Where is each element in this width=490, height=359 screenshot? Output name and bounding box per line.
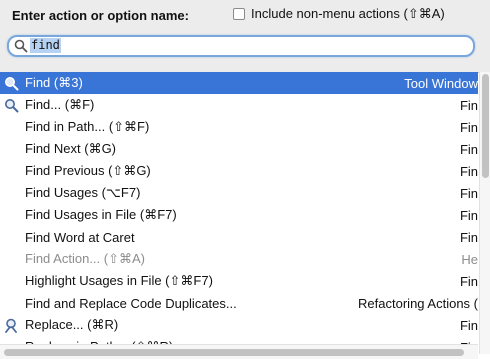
result-item-group: Fin [459, 163, 478, 179]
result-item-label: Replace... (⌘R) [25, 317, 119, 332]
include-non-menu-toggle[interactable]: Include non-menu actions (⇧⌘A) [233, 6, 445, 22]
result-item[interactable]: Find Previous (⇧⌘G) Fin [0, 160, 478, 182]
result-item[interactable]: Find Next (⌘G) Fin [0, 138, 478, 160]
horizontal-scrollbar[interactable] [0, 344, 478, 359]
result-item-label: Find Usages (⌥F7) [25, 185, 141, 200]
result-item-label: Find in Path... (⇧⌘F) [25, 119, 150, 134]
result-item-group: He [461, 251, 478, 267]
result-item-group: Fin [459, 185, 478, 201]
result-item-label: Find Word at Caret [25, 229, 135, 245]
result-item[interactable]: Highlight Usages in File (⇧⌘F7) Fin [0, 270, 478, 292]
result-item-label: Find Action... (⇧⌘A) [25, 251, 145, 266]
result-item[interactable]: Find Usages (⌥F7) Fin [0, 182, 478, 204]
include-non-menu-checkbox[interactable] [233, 8, 245, 20]
result-item-group: Fin [459, 207, 478, 223]
result-item-group: Fin [459, 229, 478, 245]
search-input[interactable]: find [7, 35, 475, 57]
result-item-label: Find... (⌘F) [25, 97, 95, 112]
results-list: Find (⌘3) Tool Window Find... (⌘F) Fin Find … [0, 72, 478, 354]
search-icon [14, 39, 28, 53]
result-item-group: Fin [459, 317, 478, 333]
replace-icon [5, 318, 17, 333]
result-item-label: Highlight Usages in File (⇧⌘F7) [25, 273, 213, 288]
find-action-header: Enter action or option name: Include non… [0, 0, 490, 73]
result-item-group: Fin [459, 273, 478, 289]
vertical-scrollbar[interactable] [479, 72, 490, 354]
result-item-label: Find Usages in File (⌘F7) [25, 207, 177, 222]
search-value[interactable]: find [30, 38, 61, 53]
result-item-group: Fin [459, 119, 478, 135]
result-item-group: Fin [459, 97, 478, 113]
result-item-label: Find (⌘3) [25, 75, 83, 90]
result-item[interactable]: Find Usages in File (⌘F7) Fin [0, 204, 478, 226]
search-icon [5, 99, 19, 113]
result-item-group: Tool Window [404, 75, 478, 91]
result-item[interactable]: Find... (⌘F) Fin [0, 94, 478, 116]
result-item[interactable]: Find in Path... (⇧⌘F) Fin [0, 116, 478, 138]
include-non-menu-label[interactable]: Include non-menu actions (⇧⌘A) [251, 6, 445, 22]
result-item[interactable]: Find (⌘3) Tool Window [0, 72, 478, 94]
result-item[interactable]: Find Word at Caret Fin [0, 226, 478, 248]
prompt-label: Enter action or option name: [12, 8, 189, 23]
search-icon [5, 77, 19, 91]
result-item-group: Refactoring Actions ( [358, 295, 478, 311]
result-item-label: Find Previous (⇧⌘G) [25, 163, 151, 178]
result-item[interactable]: Replace... (⌘R) Fin [0, 314, 478, 336]
result-item[interactable]: Find and Replace Code Duplicates... Refac… [0, 292, 478, 314]
result-item-label: Find and Replace Code Duplicates... [25, 295, 237, 311]
result-item-label: Find Next (⌘G) [25, 141, 117, 156]
vertical-scroll-thumb[interactable] [482, 74, 489, 178]
horizontal-scroll-thumb[interactable] [4, 349, 464, 356]
result-item-group: Fin [459, 141, 478, 157]
result-item[interactable]: Find Action... (⇧⌘A) He [0, 248, 478, 270]
